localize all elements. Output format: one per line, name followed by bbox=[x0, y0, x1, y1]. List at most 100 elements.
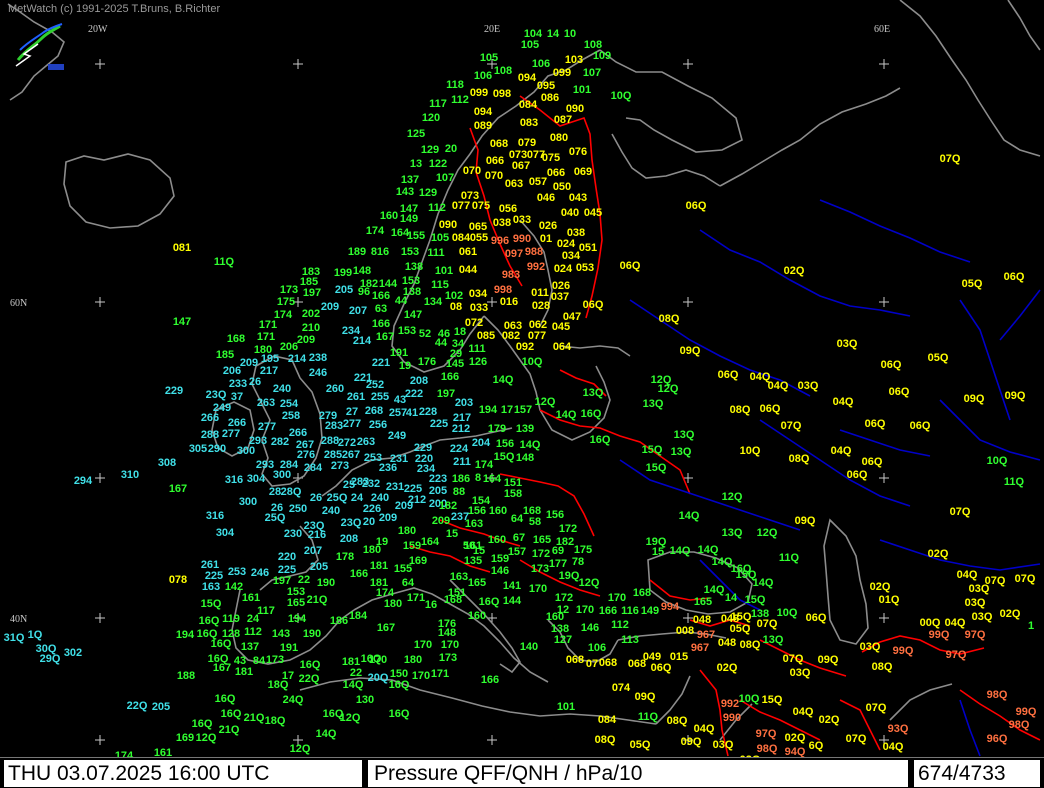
station-pressure-value[interactable]: 19 bbox=[399, 360, 411, 372]
station-pressure-value[interactable]: 057 bbox=[529, 176, 547, 188]
station-pressure-value[interactable]: 10Q bbox=[777, 607, 798, 619]
station-pressure-value[interactable]: 308 bbox=[158, 457, 176, 469]
station-pressure-value[interactable]: 15Q bbox=[646, 462, 667, 474]
station-pressure-value[interactable]: 194 bbox=[288, 613, 307, 625]
station-pressure-value[interactable]: 06Q bbox=[651, 662, 672, 674]
station-map[interactable]: 20W 20E 60E60N40N 104 14 10108105109105 … bbox=[0, 0, 1044, 757]
station-pressure-value[interactable]: 05Q bbox=[928, 352, 949, 364]
station-pressure-value[interactable]: 171 bbox=[407, 592, 425, 604]
station-pressure-value[interactable]: 083 bbox=[520, 117, 538, 129]
station-pressure-value[interactable]: 160 bbox=[546, 611, 564, 623]
station-pressure-value[interactable]: 09Q bbox=[680, 345, 701, 357]
station-pressure-value[interactable]: 206 bbox=[280, 341, 298, 353]
station-pressure-value[interactable]: 105 bbox=[480, 52, 498, 64]
station-pressure-value[interactable]: 165 bbox=[287, 597, 305, 609]
station-pressure-value[interactable]: 171 bbox=[431, 668, 449, 680]
station-pressure-value[interactable]: 186 bbox=[330, 615, 348, 627]
station-pressure-value[interactable]: 04Q bbox=[945, 617, 966, 629]
station-pressure-value[interactable]: 992 bbox=[527, 261, 545, 273]
station-pressure-value[interactable]: 191 bbox=[390, 347, 408, 359]
station-pressure-value[interactable]: 074 bbox=[612, 682, 631, 694]
station-pressure-value[interactable]: 170 bbox=[529, 583, 547, 595]
station-pressure-value[interactable]: 07Q bbox=[940, 153, 961, 165]
station-pressure-value[interactable]: 97Q bbox=[946, 649, 967, 661]
station-pressure-value[interactable]: 202 bbox=[302, 308, 320, 320]
station-pressure-value[interactable]: 16Q bbox=[590, 434, 611, 446]
station-pressure-value[interactable]: 15Q bbox=[201, 598, 222, 610]
station-pressure-value[interactable]: 209 bbox=[321, 301, 339, 313]
station-pressure-value[interactable]: 016 bbox=[500, 296, 518, 308]
station-pressure-value[interactable]: 046 bbox=[537, 192, 555, 204]
station-pressure-value[interactable]: 10Q bbox=[522, 356, 543, 368]
station-pressure-value[interactable]: 175 bbox=[574, 544, 592, 556]
station-pressure-value[interactable]: 246 bbox=[251, 567, 269, 579]
station-pressure-value[interactable]: 107 bbox=[436, 172, 454, 184]
station-pressure-value[interactable]: 08Q bbox=[872, 661, 893, 673]
station-pressure-value[interactable]: 24 bbox=[247, 613, 260, 625]
station-pressure-value[interactable]: 12Q bbox=[340, 712, 361, 724]
station-pressure-value[interactable]: 04Q bbox=[831, 445, 852, 457]
station-pressure-value[interactable]: 14 bbox=[547, 28, 560, 40]
station-pressure-value[interactable]: 026 bbox=[539, 220, 557, 232]
station-pressure-value[interactable]: 15 bbox=[446, 528, 458, 540]
station-pressure-value[interactable]: 305 bbox=[189, 443, 207, 455]
station-pressure-value[interactable]: 070 bbox=[485, 170, 503, 182]
station-pressure-value[interactable]: 07Q bbox=[783, 653, 804, 665]
station-pressure-value[interactable]: 15 bbox=[652, 546, 664, 558]
station-pressure-value[interactable]: 16Q bbox=[581, 408, 602, 420]
station-pressure-value[interactable]: 06Q bbox=[583, 299, 604, 311]
station-pressure-value[interactable]: 117 bbox=[257, 605, 275, 617]
station-pressure-value[interactable]: 22 bbox=[350, 667, 362, 679]
station-pressure-value[interactable]: 18 bbox=[454, 326, 466, 338]
station-pressure-value[interactable]: 22Q bbox=[299, 673, 320, 685]
station-pressure-value[interactable]: 293 bbox=[256, 459, 274, 471]
station-pressure-value[interactable]: 316 bbox=[225, 474, 243, 486]
station-pressure-value[interactable]: 148 bbox=[516, 452, 534, 464]
station-pressure-value[interactable]: 066 bbox=[547, 167, 565, 179]
station-pressure-value[interactable]: 04Q bbox=[694, 723, 715, 735]
station-pressure-value[interactable]: 998 bbox=[494, 284, 512, 296]
station-pressure-value[interactable]: 166 bbox=[481, 674, 499, 686]
station-pressure-value[interactable]: 223 bbox=[429, 473, 447, 485]
station-pressure-value[interactable]: 143 bbox=[272, 628, 290, 640]
station-pressure-value[interactable]: 64 bbox=[402, 577, 415, 589]
station-pressure-value[interactable]: 18Q bbox=[265, 715, 286, 727]
station-pressure-value[interactable]: 147 bbox=[404, 309, 422, 321]
station-pressure-value[interactable]: 93Q bbox=[888, 723, 909, 735]
station-pressure-value[interactable]: 07Q bbox=[866, 702, 887, 714]
station-pressure-value[interactable]: 109 bbox=[593, 50, 611, 62]
station-pressure-value[interactable]: 18Q bbox=[268, 679, 289, 691]
station-pressure-value[interactable]: 068 bbox=[628, 658, 646, 670]
station-pressure-value[interactable]: 97Q bbox=[965, 629, 986, 641]
station-pressure-value[interactable]: 14Q bbox=[704, 584, 725, 596]
station-pressure-value[interactable]: 256 bbox=[369, 419, 387, 431]
station-pressure-value[interactable]: 22 bbox=[298, 574, 310, 586]
station-pressure-value[interactable]: 22Q bbox=[127, 700, 148, 712]
station-pressure-value[interactable]: 05Q bbox=[630, 739, 651, 751]
station-pressure-value[interactable]: 25 bbox=[343, 479, 355, 491]
station-pressure-value[interactable]: 149 bbox=[400, 213, 418, 225]
station-pressure-value[interactable]: 159 bbox=[491, 553, 509, 565]
station-pressure-value[interactable]: 261 bbox=[347, 391, 365, 403]
station-pressure-value[interactable]: 13Q bbox=[643, 398, 664, 410]
station-pressure-value[interactable]: 112 bbox=[611, 619, 629, 631]
station-pressure-value[interactable]: 12Q bbox=[290, 743, 311, 755]
station-pressure-value[interactable]: 12Q bbox=[196, 732, 217, 744]
station-pressure-value[interactable]: 06Q bbox=[620, 260, 641, 272]
station-pressure-value[interactable]: 09Q bbox=[635, 691, 656, 703]
station-pressure-value[interactable]: 14Q bbox=[679, 510, 700, 522]
station-pressure-value[interactable]: 988 bbox=[525, 246, 543, 258]
station-pressure-value[interactable]: 249 bbox=[388, 430, 406, 442]
station-pressure-value[interactable]: 197 bbox=[303, 287, 321, 299]
station-pressure-value[interactable]: 302 bbox=[64, 647, 82, 659]
station-pressure-value[interactable]: 113 bbox=[621, 634, 639, 646]
station-pressure-value[interactable]: 165 bbox=[533, 534, 551, 546]
station-pressure-value[interactable]: 195 bbox=[261, 353, 279, 365]
station-pressure-value[interactable]: 63 bbox=[375, 303, 387, 315]
station-pressure-value[interactable]: 034 bbox=[469, 288, 488, 300]
station-pressure-value[interactable]: 197 bbox=[437, 388, 455, 400]
station-pressure-value[interactable]: 288 bbox=[201, 429, 219, 441]
station-pressure-value[interactable]: 108 bbox=[494, 65, 512, 77]
station-pressure-value[interactable]: 84 bbox=[253, 655, 266, 667]
station-pressure-value[interactable]: 02Q bbox=[785, 732, 806, 744]
